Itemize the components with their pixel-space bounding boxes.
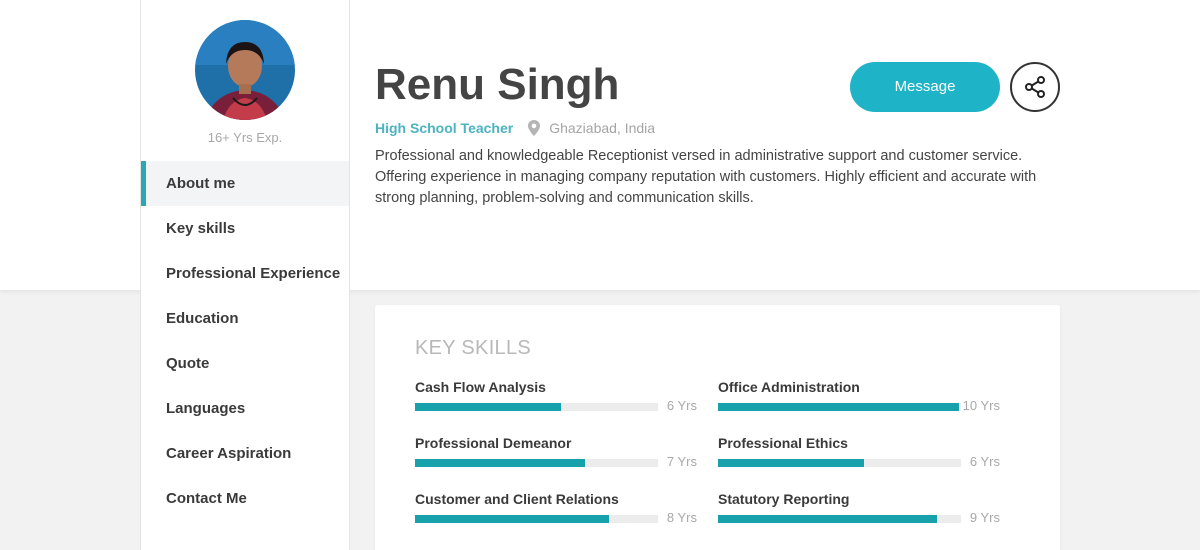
- profile-role: High School Teacher: [375, 120, 514, 136]
- skill-name: Office Administration: [718, 379, 860, 395]
- sidebar-item-professional-experience[interactable]: Professional Experience: [141, 251, 349, 296]
- skill-name: Professional Demeanor: [415, 435, 572, 451]
- profile-name: Renu Singh: [375, 60, 620, 109]
- sidebar-item-quote[interactable]: Quote: [141, 341, 349, 386]
- skill-name: Customer and Client Relations: [415, 491, 619, 507]
- skill-bar-fill: [718, 403, 959, 411]
- skill-name: Cash Flow Analysis: [415, 379, 546, 395]
- sidebar-item-career-aspiration[interactable]: Career Aspiration: [141, 431, 349, 476]
- key-skills-card: KEY SKILLS Cash Flow Analysis 6 Yrs Offi…: [375, 305, 1060, 550]
- skill-name: Statutory Reporting: [718, 491, 850, 507]
- skill-item: Customer and Client Relations 8 Yrs: [415, 491, 697, 531]
- skill-years: 6 Yrs: [666, 398, 697, 413]
- skill-bar: [718, 515, 961, 523]
- skill-bar-fill: [415, 403, 561, 411]
- location-pin-icon: [528, 120, 541, 136]
- skill-bar-fill: [718, 459, 864, 467]
- sidebar-nav: About me Key skills Professional Experie…: [141, 161, 349, 521]
- message-button[interactable]: Message: [850, 62, 1000, 112]
- share-button[interactable]: [1010, 62, 1060, 112]
- profile-bio: Professional and knowledgeable Reception…: [375, 148, 1037, 206]
- sidebar: 16+ Yrs Exp. About me Key skills Profess…: [140, 0, 350, 550]
- skill-item: Cash Flow Analysis 6 Yrs: [415, 379, 697, 419]
- profile-location: Ghaziabad, India: [549, 120, 656, 136]
- skill-years: 10 Yrs: [962, 398, 1000, 413]
- skill-bar: [415, 515, 658, 523]
- skill-years: 6 Yrs: [969, 454, 1000, 469]
- skill-years: 8 Yrs: [666, 510, 697, 525]
- skill-bar-fill: [415, 459, 586, 467]
- sidebar-item-key-skills[interactable]: Key skills: [141, 206, 349, 251]
- key-skills-title: KEY SKILLS: [415, 337, 532, 359]
- sidebar-item-contact-me[interactable]: Contact Me: [141, 476, 349, 521]
- skill-bar: [718, 403, 961, 411]
- experience-label: 16+ Yrs Exp.: [207, 130, 283, 145]
- skill-years: 9 Yrs: [969, 510, 1000, 525]
- skill-bar: [718, 459, 961, 467]
- sidebar-item-languages[interactable]: Languages: [141, 386, 349, 431]
- skill-bar: [415, 403, 658, 411]
- share-icon: [1025, 76, 1045, 98]
- sidebar-item-education[interactable]: Education: [141, 296, 349, 341]
- skill-bar-fill: [415, 515, 610, 523]
- sidebar-item-about-me[interactable]: About me: [141, 161, 349, 206]
- skill-years: 7 Yrs: [666, 454, 697, 469]
- profile-meta: High School Teacher Ghaziabad, India: [375, 120, 655, 136]
- skill-item: Professional Ethics 6 Yrs: [718, 435, 1000, 475]
- skill-bar: [415, 459, 658, 467]
- skill-item: Professional Demeanor 7 Yrs: [415, 435, 697, 475]
- skill-item: Office Administration 10 Yrs: [718, 379, 1000, 419]
- avatar: [195, 20, 295, 120]
- skill-name: Professional Ethics: [718, 435, 848, 451]
- skill-item: Statutory Reporting 9 Yrs: [718, 491, 1000, 531]
- skill-bar-fill: [718, 515, 937, 523]
